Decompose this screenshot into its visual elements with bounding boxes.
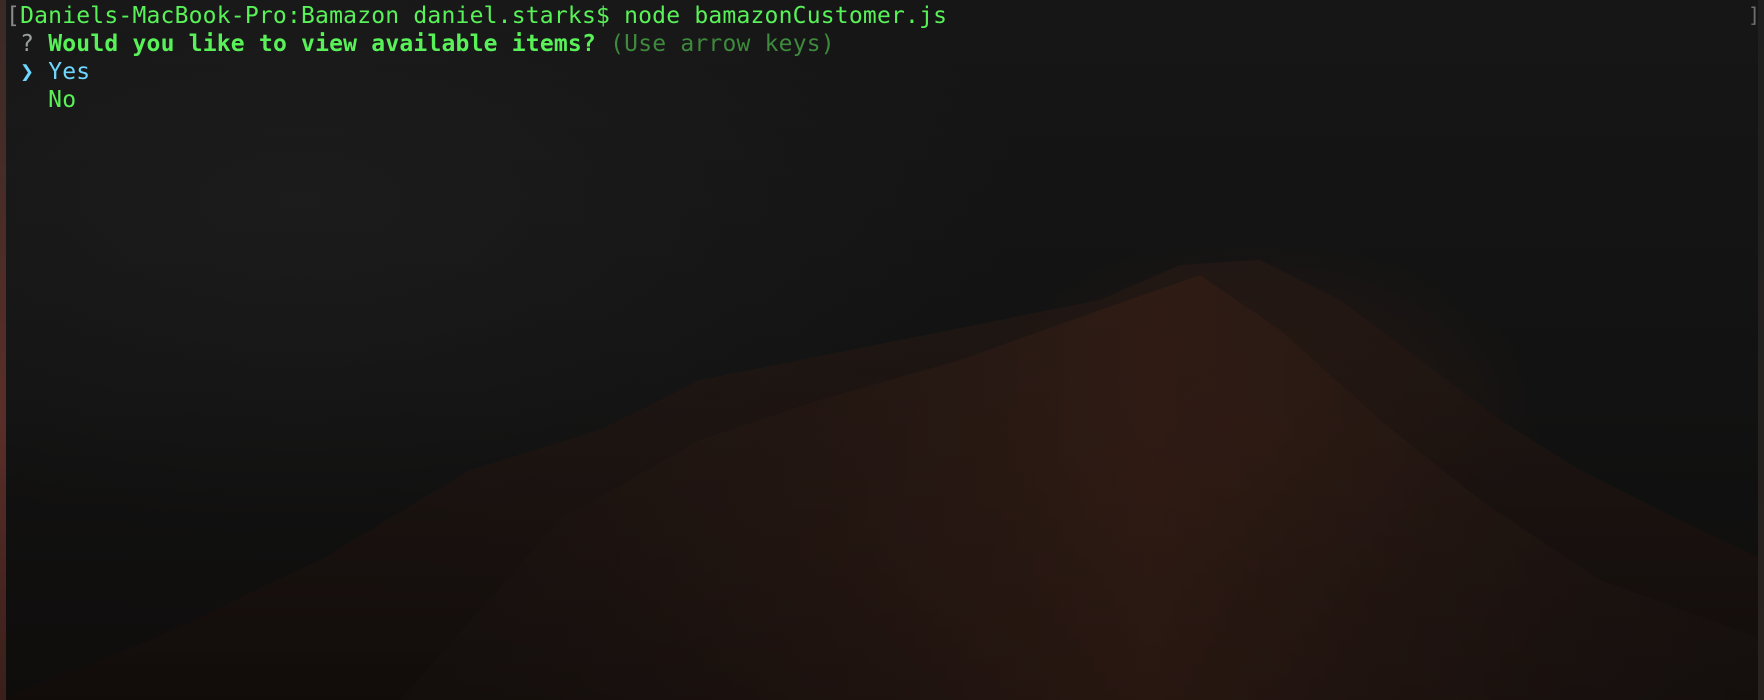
question-mark-icon: ?: [20, 31, 35, 57]
option-label-yes[interactable]: Yes: [48, 59, 90, 85]
option-no[interactable]: No: [6, 86, 1744, 114]
option-label-no[interactable]: No: [48, 87, 76, 113]
command-line: [Daniels-MacBook-Pro:Bamazon daniel.star…: [6, 2, 1744, 30]
option-yes[interactable]: ❯ Yes: [6, 58, 1744, 86]
line-bracket: [: [6, 3, 21, 29]
pointer-icon: ❯: [20, 59, 35, 85]
question-hint: (Use arrow keys): [610, 31, 835, 57]
shell-prompt-command: Daniels-MacBook-Pro:Bamazon daniel.stark…: [20, 3, 948, 29]
question-line: ? Would you like to view available items…: [6, 30, 1744, 58]
scroll-marker-bracket: ]: [1747, 3, 1760, 27]
terminal-window[interactable]: ] [Daniels-MacBook-Pro:Bamazon daniel.st…: [0, 0, 1764, 700]
terminal-output: [Daniels-MacBook-Pro:Bamazon daniel.star…: [6, 2, 1744, 114]
question-text: Would you like to view available items?: [48, 31, 597, 57]
window-right-edge: [1758, 0, 1764, 700]
